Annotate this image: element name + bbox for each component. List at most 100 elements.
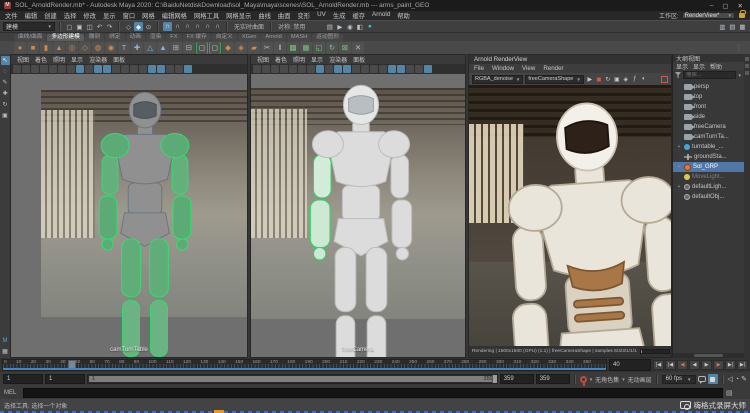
viewport-canvas[interactable]: camTurnTable [11, 74, 247, 357]
viewport-toolbar-icon[interactable] [139, 65, 147, 73]
workspace-dropdown[interactable]: RenderView* ▼ [681, 12, 735, 19]
outliner-item[interactable]: + defaultLigh... [673, 182, 744, 192]
menu-item[interactable]: 缓存 [352, 11, 365, 20]
open-render-view-icon[interactable]: ▤ [325, 22, 334, 31]
render-camera-dropdown[interactable]: freeCameraShape ▼ [525, 74, 584, 84]
viewport-toolbar-icon[interactable] [49, 65, 57, 73]
select-tool-icon[interactable]: ↖ [0, 56, 10, 65]
layout-shortcut-icon[interactable]: ▦ [1, 347, 10, 356]
viewport-toolbar-icon[interactable] [316, 65, 324, 73]
fps-dropdown[interactable]: 60 fps ▼ [661, 374, 696, 384]
range-slider-handle[interactable] [491, 375, 497, 383]
script-editor-icon[interactable]: ▤ [726, 389, 733, 397]
menu-item[interactable]: 编辑网格 [162, 11, 187, 20]
animation-preferences-icon[interactable]: ◔ [735, 376, 739, 383]
lock-icon[interactable] [739, 10, 746, 18]
boolean-union-icon[interactable]: ▩ [287, 41, 299, 54]
redo-icon[interactable]: ↷ [105, 22, 114, 31]
gamma-icon[interactable]: ◐ [640, 76, 648, 82]
menu-item[interactable]: 编辑 [25, 11, 38, 20]
viewport-menu-item[interactable]: 视图 [257, 55, 269, 64]
shelf-tab[interactable]: XGen [237, 34, 261, 41]
arnold-menu-item[interactable]: File [474, 65, 484, 72]
stop-render-icon[interactable]: ◼ [595, 76, 603, 83]
viewport-toolbar-icon[interactable] [370, 65, 378, 73]
menu-item[interactable]: 创建 [44, 11, 57, 20]
go-to-start-button[interactable]: |◀ [653, 360, 664, 370]
rotate-tool-icon[interactable]: ↻ [1, 100, 10, 109]
viewport-toolbar-icon[interactable] [166, 65, 174, 73]
viewport-canvas[interactable]: freeCamera [251, 74, 465, 357]
viewport-menu-item[interactable]: 照明 [53, 55, 65, 64]
viewport-toolbar-icon[interactable] [271, 65, 279, 73]
minimize-button[interactable]: – [710, 2, 714, 10]
viewport-toolbar-icon[interactable] [388, 65, 396, 73]
viewport-toolbar-icon[interactable] [184, 65, 192, 73]
snap-grid-icon[interactable]: ∩ [163, 22, 172, 31]
shelf-tab[interactable]: 曲线/曲面 [14, 34, 47, 41]
viewport-toolbar-icon[interactable] [22, 65, 30, 73]
viewport-menu-item[interactable]: 显示 [311, 55, 323, 64]
snap-live-object-icon[interactable]: ∩ [213, 22, 222, 31]
poly-type-icon[interactable]: T [118, 41, 130, 54]
viewport-toolbar-icon[interactable] [148, 65, 156, 73]
sculpt-tool-icon[interactable]: ◉ [105, 41, 117, 54]
snap-curve-icon[interactable]: ∩ [173, 22, 182, 31]
pencil-icon[interactable]: ✎ [741, 375, 747, 383]
outliner-item[interactable]: camTurnTa... [673, 132, 744, 142]
viewport-toolbar-icon[interactable] [157, 65, 165, 73]
render-settings-icon[interactable]: ◧ [355, 22, 364, 31]
robot-model-clay[interactable] [299, 76, 423, 357]
shelf-tab[interactable]: FX [166, 34, 182, 41]
menu-item[interactable]: 网格 [142, 11, 155, 20]
viewport-menu-item[interactable]: 照明 [293, 55, 305, 64]
shelf-tab[interactable]: 绑定 [105, 34, 125, 41]
separate-icon[interactable]: ⊟ [183, 41, 195, 54]
viewport-toolbar-icon[interactable] [94, 65, 102, 73]
viewport-toolbar-icon[interactable] [85, 65, 93, 73]
boolean-intersect-icon[interactable]: ◱ [313, 41, 325, 54]
viewport-toolbar-icon[interactable] [253, 65, 261, 73]
menu-item[interactable]: 选择 [64, 11, 77, 20]
step-back-key-button[interactable]: ◀ [677, 360, 688, 370]
select-hierarchy-icon[interactable]: ◇ [124, 22, 133, 31]
arnold-menu-item[interactable]: Window [492, 65, 514, 72]
remesh-icon[interactable]: ⊠ [339, 41, 351, 54]
channel-box-tab-icon[interactable] [745, 71, 749, 75]
character-set-dropdown[interactable]: ▼ 无角色集 [589, 375, 619, 384]
animation-end-field[interactable]: 359 [535, 374, 570, 384]
viewport-middle[interactable]: 视图 着色 照明 显示 渲染器 面板 freeCamera [250, 54, 466, 358]
viewport-toolbar-icon[interactable] [307, 65, 315, 73]
step-forward-key-button[interactable]: ▶ [713, 360, 724, 370]
symmetry-dropdown[interactable]: 对称: 禁用 [276, 22, 307, 31]
play-backwards-button[interactable]: ◀ [689, 360, 700, 370]
menu-item[interactable]: 生成 [333, 11, 346, 20]
menu-item[interactable]: 曲面 [278, 11, 291, 20]
command-input[interactable] [23, 387, 723, 398]
menu-item[interactable]: UV [317, 11, 326, 20]
time-slider-track[interactable]: 0 10 20 30 40 50 60 70 80 90 100 110 120 130 140 150 160… [2, 359, 607, 371]
viewport-toolbar-icon[interactable] [112, 65, 120, 73]
step-forward-frame-button[interactable]: ▶| [725, 360, 736, 370]
insert-edge-loop-icon[interactable]: ‖ [274, 41, 286, 54]
viewport-toolbar-icon[interactable] [76, 65, 84, 73]
save-scene-icon[interactable]: ◫ [85, 22, 94, 31]
menu-item[interactable]: 曲线 [258, 11, 271, 20]
viewport-toolbar-icon[interactable] [175, 65, 183, 73]
viewport-menu-item[interactable]: 着色 [35, 55, 47, 64]
outliner-item[interactable]: side [673, 112, 744, 122]
menu-item[interactable]: 窗口 [123, 11, 136, 20]
smooth-icon[interactable]: ◻ [196, 41, 208, 54]
animation-start-field[interactable]: 1 [3, 374, 43, 384]
maximize-button[interactable]: ▢ [722, 2, 728, 10]
viewport-menu-item[interactable]: 渲染器 [89, 55, 107, 64]
move-tool-icon[interactable]: ✚ [1, 89, 10, 98]
menu-item[interactable]: Arnold [372, 11, 390, 20]
sweep-mesh-icon[interactable]: ✚ [131, 41, 143, 54]
viewport-menu-item[interactable]: 面板 [353, 55, 365, 64]
anim-layer-dropdown[interactable]: ▼ 无动画层 [621, 375, 651, 384]
viewport-toolbar-icon[interactable] [325, 65, 333, 73]
maya-logo-icon[interactable]: M [1, 336, 10, 345]
set-key-icon[interactable] [579, 375, 587, 386]
symmetry-modeling-icon[interactable]: ▲ [157, 41, 169, 54]
